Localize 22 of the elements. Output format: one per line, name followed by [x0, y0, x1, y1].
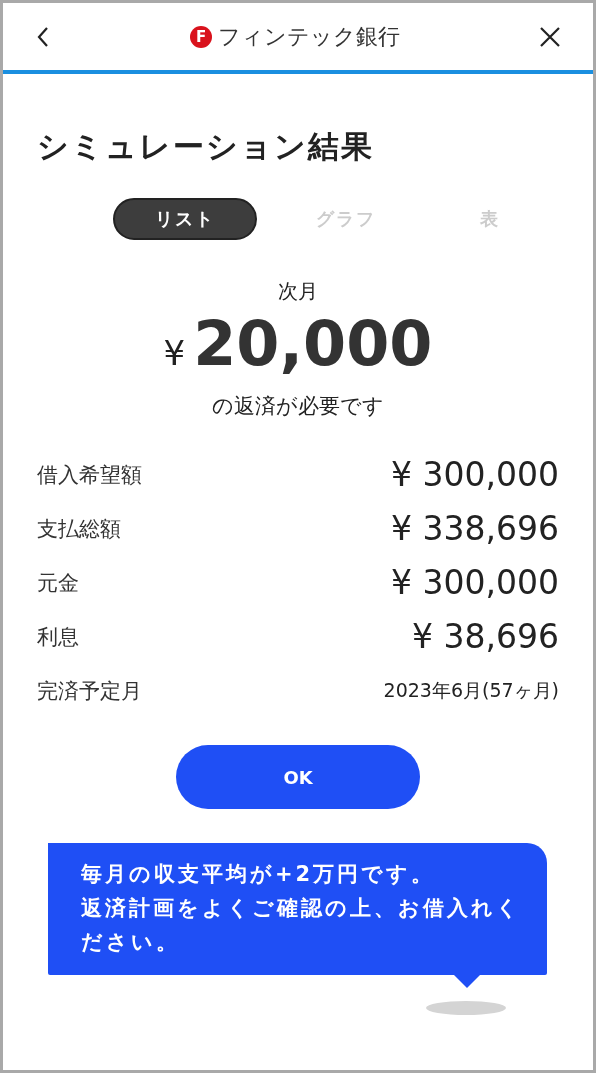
detail-value: ¥ 338,696	[391, 509, 559, 548]
detail-label: 支払総額	[37, 515, 121, 543]
detail-label: 完済予定月	[37, 677, 142, 705]
detail-value: 2023年6月(57ヶ月)	[383, 677, 559, 703]
message-text: 毎月の収支平均が+2万円です。	[81, 861, 437, 888]
detail-label: 利息	[37, 623, 79, 651]
ok-button[interactable]: OK	[176, 745, 420, 809]
detail-value: ¥ 300,000	[391, 455, 559, 494]
view-tab[interactable]: リスト	[113, 198, 257, 240]
page-title: シミュレーション結果	[37, 127, 375, 166]
detail-label: 借入希望額	[37, 461, 142, 489]
period-label: 次月	[278, 278, 318, 305]
logo-icon: F	[190, 25, 212, 48]
detail-value: ¥ 38,696	[412, 617, 559, 656]
currency-sign: ¥	[163, 333, 186, 373]
monthly-amount: 20,000	[193, 307, 433, 380]
detail-value: ¥ 300,000	[391, 563, 559, 602]
message-text: 返済計画をよくご確認の上、お借入れください。	[81, 895, 522, 956]
amount-note: の返済が必要です	[212, 393, 384, 420]
close-icon[interactable]	[539, 25, 561, 48]
bank-name: フィンテック銀行	[218, 22, 400, 51]
detail-label: 元金	[37, 569, 79, 597]
